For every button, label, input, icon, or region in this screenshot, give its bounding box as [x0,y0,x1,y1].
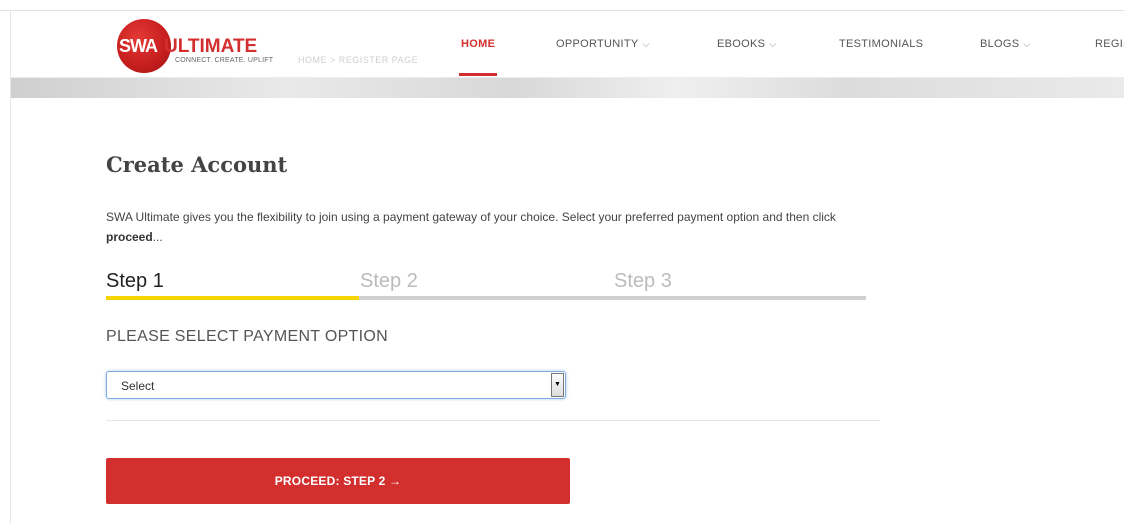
intro-proceed-bold: proceed [106,230,153,244]
site-header: SWA ULTIMATE CONNECT. CREATE. UPLIFT HOM… [11,11,1124,78]
header-banner [11,77,1124,98]
nav-item-label: TESTIMONIALS [839,38,924,50]
dropdown-arrow-icon[interactable]: ▼ [551,373,564,397]
site-logo[interactable]: SWA ULTIMATE CONNECT. CREATE. UPLIFT [107,17,297,77]
step-3-label: Step 3 [614,270,672,292]
chevron-down-icon: ⌵ [642,39,650,49]
logo-ultimate-text: ULTIMATE [164,36,258,57]
form-divider [106,420,880,421]
intro-body: SWA Ultimate gives you the flexibility t… [106,210,836,224]
nav-item-label: OPPORTUNITY [556,38,639,50]
intro-text: SWA Ultimate gives you the flexibility t… [106,207,866,247]
chevron-down-icon: ⌵ [1023,39,1031,49]
nav-item-label: BLOGS [980,38,1020,50]
intro-suffix: ... [152,230,163,244]
nav-active-indicator [459,73,497,76]
step-2-label: Step 2 [360,270,418,292]
nav-item-label: REGIS [1095,38,1124,50]
chevron-down-icon: ⌵ [769,39,777,49]
breadcrumb: HOME > REGISTER PAGE [298,55,419,65]
nav-item-home[interactable]: HOME [461,38,495,50]
nav-item-blogs[interactable]: BLOGS ⌵ [980,38,1031,50]
logo-tagline: CONNECT. CREATE. UPLIFT [175,57,274,64]
step-1-label: Step 1 [106,270,164,292]
payment-option-select[interactable]: Select ▼ [106,371,566,399]
nav-item-testimonials[interactable]: TESTIMONIALS [839,38,923,50]
nav-item-label: HOME [461,38,496,50]
nav-item-opportunity[interactable]: OPPORTUNITY ⌵ [556,38,650,50]
page-title: Create Account [106,152,288,177]
nav-item-register[interactable]: REGIS [1095,38,1124,50]
payment-option-selected: Select [121,379,155,393]
nav-item-label: EBOOKS [717,38,766,50]
logo-swa-text: SWA [119,36,158,56]
proceed-button[interactable]: PROCEED: STEP 2 → [106,458,570,504]
payment-option-label: PLEASE SELECT PAYMENT OPTION [106,328,388,345]
step-progress-fill [106,296,359,300]
nav-item-ebooks[interactable]: EBOOKS ⌵ [717,38,776,50]
